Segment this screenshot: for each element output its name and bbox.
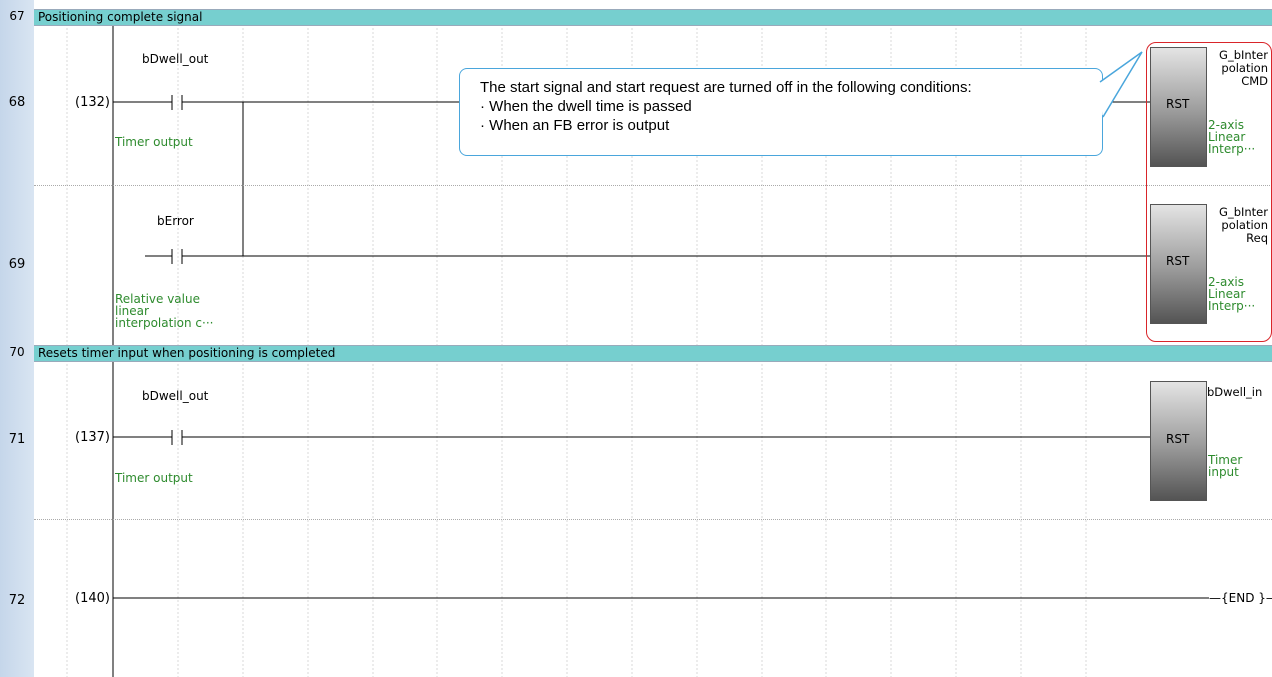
callout-pointer — [1099, 51, 1143, 118]
